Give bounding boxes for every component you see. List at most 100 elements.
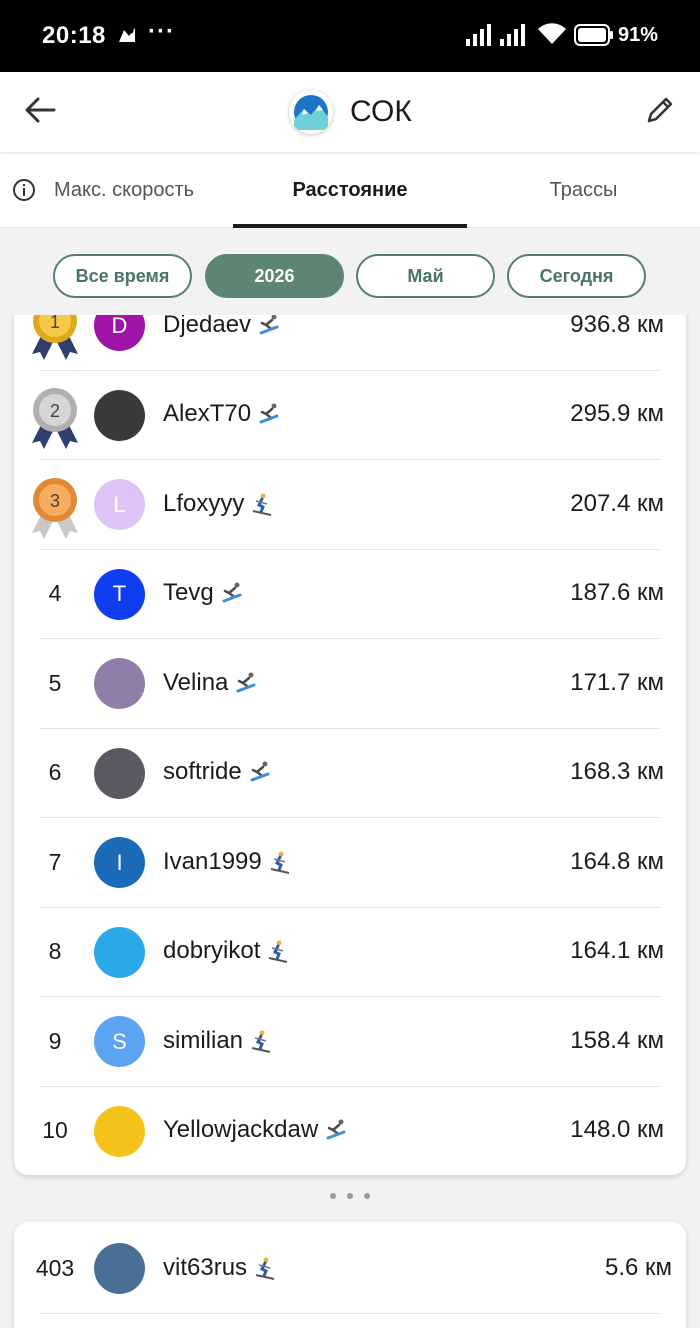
- username-text: dobryikot: [163, 937, 261, 965]
- row-divider: [40, 1312, 660, 1314]
- leaderboard-list: 1 D Djedaev 936.8 км 2 AlexT70 295.9 км 3 L Lfoxy…: [14, 280, 686, 1175]
- silver-medal-icon: 2: [32, 388, 78, 450]
- info-icon[interactable]: [12, 178, 36, 202]
- snowboarder-icon: [259, 314, 279, 335]
- leaderboard-row[interactable]: 6 softride 168.3 км: [14, 729, 686, 818]
- edit-pencil-icon[interactable]: [642, 92, 678, 128]
- distance-value: 148.0 км: [570, 1116, 664, 1144]
- username-text: Tevg: [163, 579, 214, 607]
- leaderboard-row[interactable]: 3 L Lfoxyyy 207.4 км: [14, 460, 686, 550]
- user-avatar[interactable]: T: [94, 568, 145, 620]
- snowboarder-icon: [326, 1119, 346, 1140]
- distance-value: 295.9 км: [570, 400, 664, 428]
- battery-icon: [574, 24, 613, 46]
- distance-value: 164.1 км: [570, 937, 664, 965]
- rank-number: 8: [48, 938, 62, 965]
- tab-max-speed[interactable]: Макс. скорость: [0, 152, 233, 228]
- user-avatar[interactable]: [94, 658, 145, 710]
- username[interactable]: vit63rus: [163, 1254, 277, 1282]
- page-title: СОК: [350, 95, 412, 128]
- skier-icon: [255, 1257, 275, 1280]
- back-arrow-icon[interactable]: [20, 90, 60, 130]
- distance-value: 168.3 км: [570, 758, 664, 786]
- distance-value: 171.7 км: [570, 668, 664, 696]
- username[interactable]: AlexT70: [163, 400, 281, 428]
- filter-all-time[interactable]: Все время: [53, 254, 192, 298]
- user-avatar[interactable]: S: [94, 1016, 145, 1068]
- username[interactable]: Yellowjackdaw: [163, 1116, 348, 1144]
- tab-indicator: [233, 224, 467, 228]
- snowboarder-icon: [236, 672, 256, 693]
- username-text: Velina: [163, 668, 229, 696]
- svg-text:3: 3: [50, 491, 60, 511]
- user-avatar[interactable]: [94, 389, 145, 441]
- user-avatar[interactable]: [94, 1105, 145, 1157]
- leaderboard-row[interactable]: 9 Ssimilian 158.4 км: [14, 997, 686, 1087]
- username-text: similian: [163, 1026, 244, 1054]
- distance-value: 207.4 км: [570, 489, 664, 517]
- distance-value: 158.4 км: [570, 1026, 664, 1054]
- app-header: СОК: [0, 72, 700, 152]
- more-ranks-ellipsis[interactable]: [330, 1186, 370, 1206]
- battery-percent: 91%: [618, 24, 659, 46]
- period-filters: Все время 2026 Май Сегодня: [0, 229, 700, 315]
- skier-icon: [251, 1030, 271, 1053]
- rank-number: 10: [42, 1117, 68, 1144]
- rank-number: 5: [48, 669, 62, 696]
- snowboarder-icon: [250, 761, 270, 782]
- signal-icon: [466, 24, 491, 46]
- username[interactable]: Ivan1999: [163, 848, 292, 876]
- distance-value: 5.6 км: [604, 1253, 672, 1281]
- distance-value: 187.6 км: [570, 579, 664, 607]
- snowboarder-icon: [222, 582, 242, 603]
- username-text: vit63rus: [163, 1253, 248, 1281]
- user-avatar[interactable]: I: [94, 837, 145, 889]
- leaderboard-row[interactable]: 7 I Ivan1999 164.8 км: [14, 818, 686, 908]
- skier-icon: [253, 493, 272, 516]
- leaderboard-row[interactable]: 8 dobryikot 164.1 км: [14, 908, 686, 997]
- tab-max-speed-label: Макс. скорость: [54, 178, 195, 201]
- filter-today[interactable]: Сегодня: [507, 254, 646, 298]
- username-text: Lfoxyyy: [163, 489, 245, 517]
- username[interactable]: Velina: [163, 669, 258, 697]
- leaderboard-row[interactable]: 4 T Tevg 187.6 км: [14, 550, 686, 639]
- username-text: softride: [163, 758, 242, 786]
- skier-icon: [270, 851, 289, 874]
- leaderboard-row[interactable]: 10 Yellowjackdaw 148.0 км: [14, 1087, 686, 1176]
- tab-distance[interactable]: Расстояние: [233, 152, 467, 228]
- svg-text:2: 2: [50, 401, 60, 421]
- tab-bar: Макс. скорость Расстояние Трассы: [0, 152, 700, 228]
- wifi-icon: [538, 23, 566, 44]
- username[interactable]: dobryikot: [163, 937, 290, 965]
- username[interactable]: softride: [163, 758, 272, 786]
- mountain-logo-icon: [294, 95, 328, 130]
- status-bar: 20:18 ··· 91%: [0, 0, 700, 72]
- status-more-icon: ···: [148, 18, 175, 45]
- leaderboard-row[interactable]: 5 Velina 171.7 км: [14, 639, 686, 729]
- tab-slopes[interactable]: Трассы: [467, 152, 700, 228]
- filter-may[interactable]: Май: [356, 254, 495, 298]
- rank-number: 4: [48, 580, 62, 607]
- status-time: 20:18: [42, 22, 106, 49]
- rank-number: 6: [48, 759, 62, 786]
- user-avatar[interactable]: [94, 926, 145, 978]
- signal-icon-2: [500, 24, 525, 46]
- user-avatar[interactable]: [94, 747, 145, 799]
- username[interactable]: Lfoxyyy: [163, 490, 274, 518]
- notification-icon: [119, 28, 135, 42]
- leaderboard-row[interactable]: 2 AlexT70 295.9 км: [14, 371, 686, 460]
- user-avatar[interactable]: L: [94, 479, 145, 531]
- username[interactable]: similian: [163, 1027, 273, 1055]
- snowboarder-icon: [259, 403, 279, 424]
- filter-2026[interactable]: 2026: [205, 254, 344, 298]
- user-avatar[interactable]: [94, 1243, 145, 1295]
- resort-logo: [289, 90, 333, 134]
- username[interactable]: Tevg: [163, 579, 244, 607]
- rank-number: 9: [48, 1027, 62, 1054]
- distance-value: 164.8 км: [570, 847, 664, 875]
- username-text: Yellowjackdaw: [163, 1116, 319, 1144]
- rank-number: 7: [48, 848, 62, 875]
- current-user-entry: 403 vit63rus 5.6 км: [14, 1222, 686, 1328]
- username-text: Ivan1999: [163, 847, 262, 875]
- leaderboard-row[interactable]: 403 vit63rus 5.6 км: [14, 1224, 686, 1314]
